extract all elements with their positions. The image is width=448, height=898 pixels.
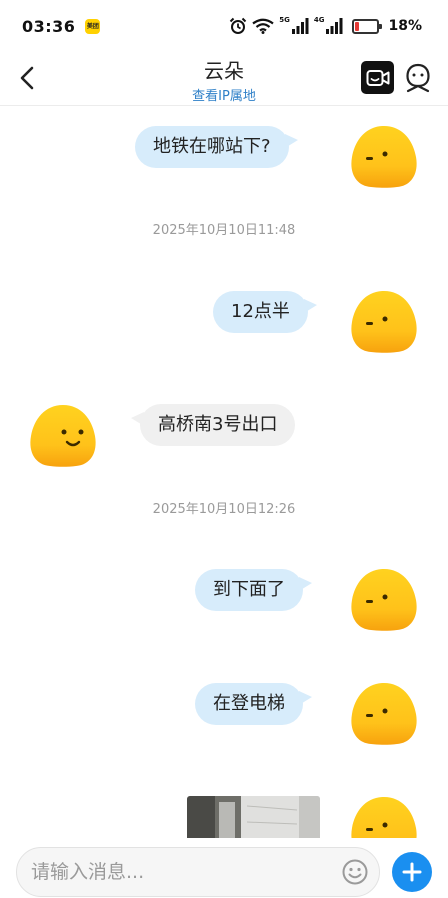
add-attachment-button[interactable] [392,852,432,892]
battery-level [355,21,360,31]
outgoing-message-bubble[interactable]: 到下面了 [195,569,312,611]
message-composer [0,838,448,898]
contact-avatar-icon[interactable] [28,403,98,469]
status-bar: 03:36 美团 5G 4G 18% [0,0,448,52]
wifi-icon [252,18,274,34]
my-avatar-icon[interactable] [349,795,419,838]
emoji-button[interactable] [342,859,368,885]
smiley-icon [342,859,368,885]
signal-4g-label: 4G [313,16,325,24]
signal-5g-label: 5G [279,16,290,24]
video-call-button[interactable] [361,61,394,94]
message-timestamp: 2025年10月10日11:48 [152,223,296,238]
video-camera-icon [366,69,389,86]
chat-message-list[interactable]: 地铁在哪站下? 2025年10月10日11:48 12点半 高桥南3号出口 20… [0,106,448,838]
outgoing-message-bubble[interactable]: 在登电梯 [195,683,312,725]
signal-bars-icon [326,18,343,34]
plus-icon [402,862,422,882]
user-profile-icon [406,63,430,93]
my-avatar-icon[interactable] [349,681,419,747]
signal-bars-icon [291,18,309,34]
message-input-container[interactable] [16,847,380,897]
message-timestamp: 2025年10月10日12:26 [152,502,296,517]
my-avatar-icon[interactable] [349,567,419,633]
chat-header: 云朵 查看IP属地 [0,52,448,106]
incoming-message-bubble[interactable]: 高桥南3号出口 [130,404,296,446]
outgoing-message-bubble[interactable]: 地铁在哪站下? [135,126,298,168]
my-avatar-icon[interactable] [349,289,419,355]
meituan-app-icon: 美团 [85,18,101,34]
message-input[interactable] [31,848,331,896]
status-time: 03:36 [22,16,76,36]
profile-button[interactable] [404,63,432,93]
my-avatar-icon[interactable] [349,124,419,190]
battery-percent: 18% [388,18,422,34]
battery-icon [352,18,383,34]
status-indicators: 5G 4G 18% [229,16,422,35]
photo-thumbnail [187,796,320,838]
outgoing-message-bubble[interactable]: 12点半 [213,291,317,333]
image-message[interactable] [187,796,320,838]
alarm-clock-icon [230,17,247,34]
